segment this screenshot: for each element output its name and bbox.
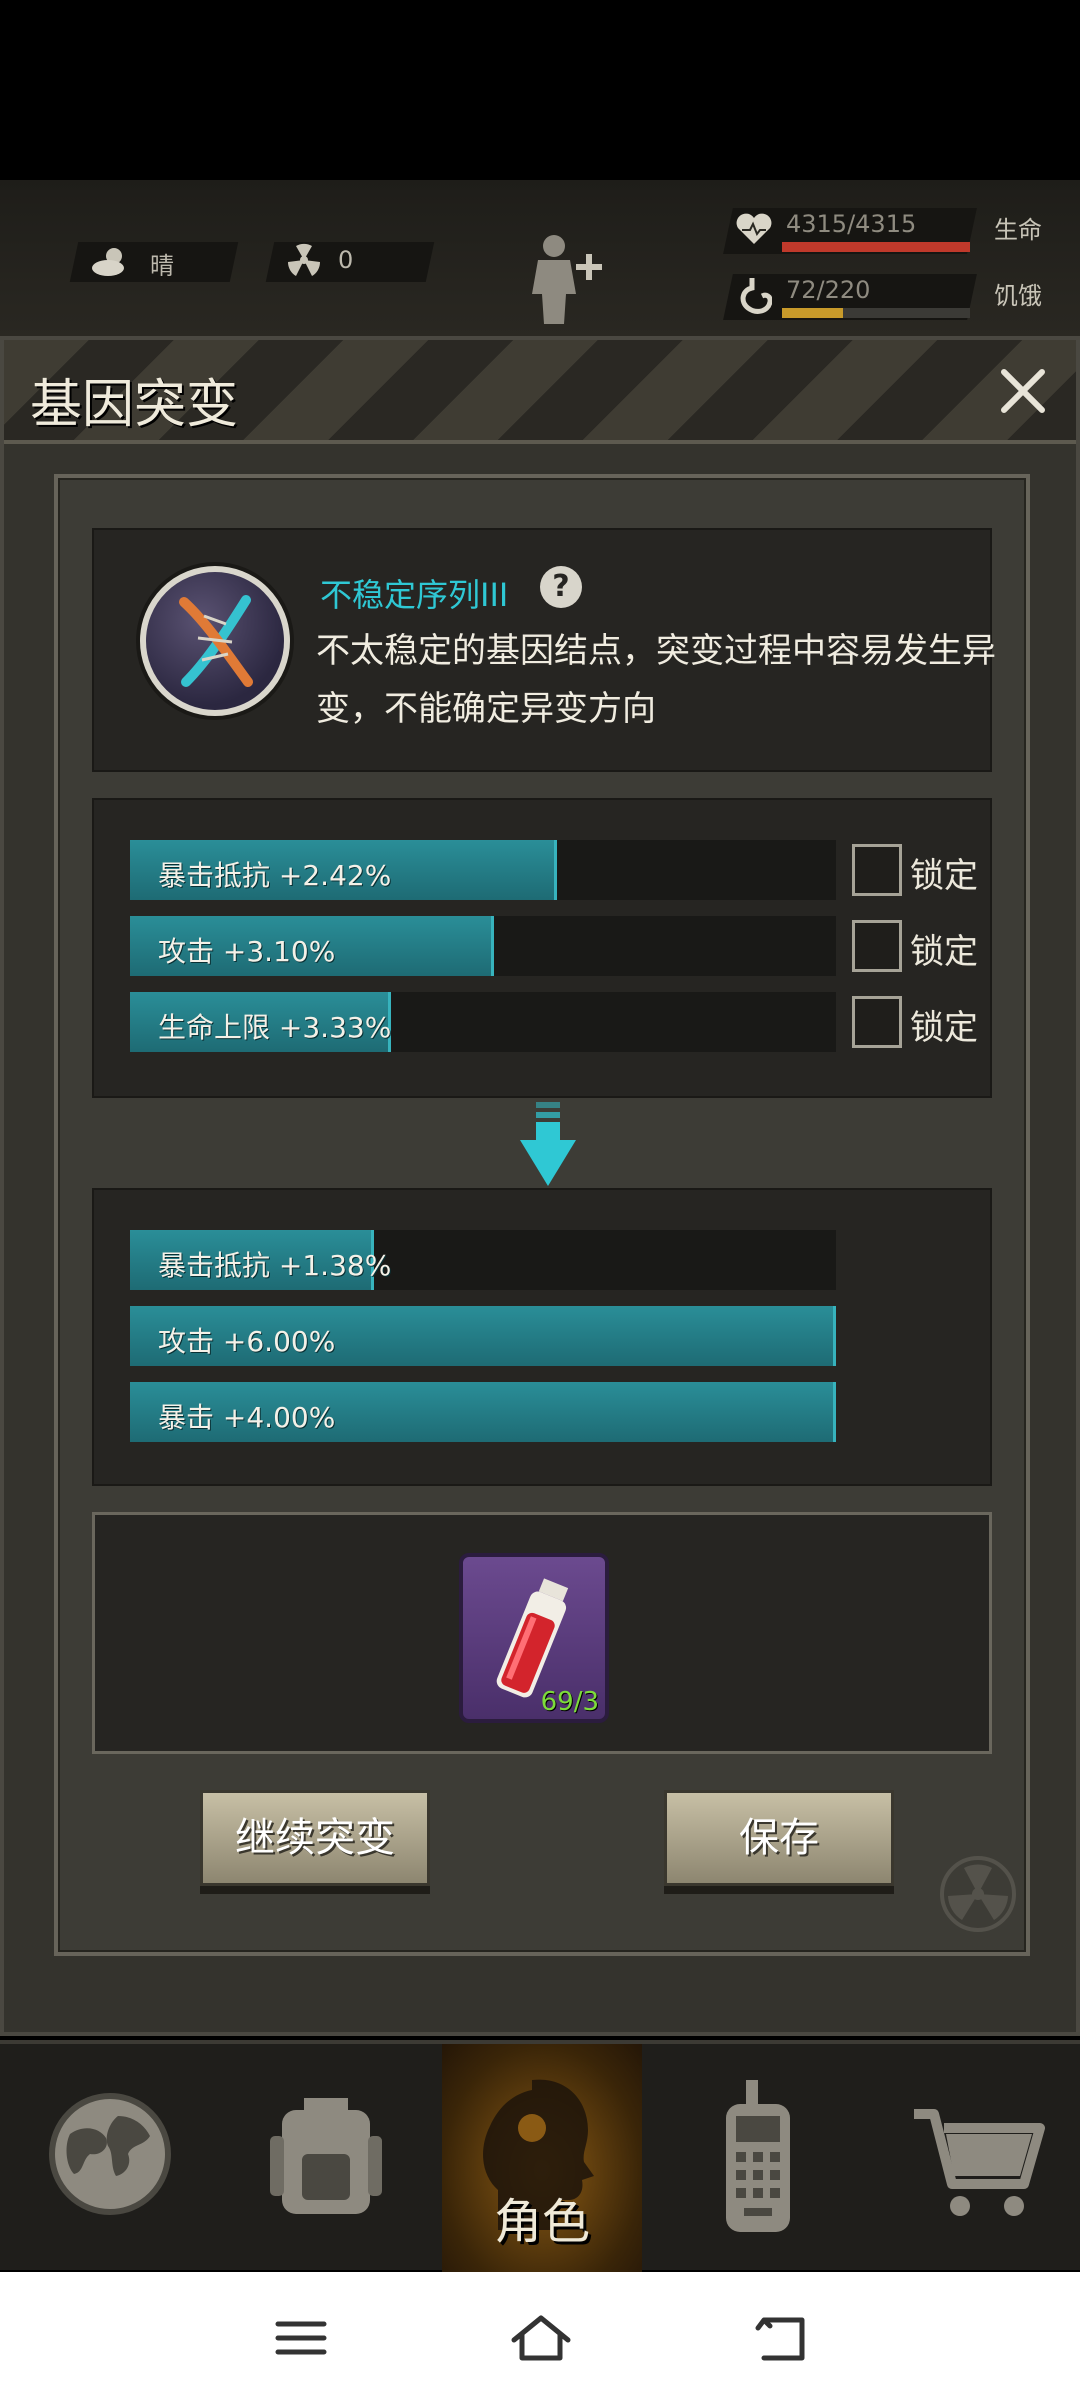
nav-phone[interactable] <box>658 2044 858 2274</box>
lock-label: 锁定 <box>910 1008 978 1048</box>
mutation-serum-slot[interactable]: 69/3 <box>459 1553 609 1723</box>
radiation-icon <box>287 243 321 276</box>
heart-icon <box>736 213 772 244</box>
menu-icon[interactable] <box>266 2308 336 2368</box>
radiation-watermark-icon <box>940 1856 1016 1932</box>
current-attribute-row: 生命上限 +3.33% <box>130 992 836 1052</box>
consumable-box: 69/3 <box>92 1512 992 1754</box>
lock-checkbox-box[interactable] <box>852 844 902 896</box>
nav-world[interactable] <box>10 2044 210 2274</box>
lock-label: 锁定 <box>910 856 978 896</box>
new-attribute-row: 暴击抵抗 +1.38% <box>130 1230 836 1290</box>
lock-checkbox-1[interactable]: 锁定 <box>852 840 994 900</box>
lock-checkbox-3[interactable]: 锁定 <box>852 992 994 1052</box>
new-attributes-box: 暴击抵抗 +1.38% 攻击 +6.00% 暴击 +4.00% <box>92 1188 992 1486</box>
system-nav-bar <box>0 2272 1080 2400</box>
current-attribute-row: 攻击 +3.10% <box>130 916 836 976</box>
continue-mutation-button[interactable]: 继续突变 <box>200 1790 430 1886</box>
attribute-label: 攻击 +3.10% <box>158 935 336 968</box>
attribute-label: 生命上限 +3.33% <box>158 1011 392 1044</box>
attribute-label: 暴击抵抗 +1.38% <box>158 1249 392 1282</box>
new-attribute-row: 暴击 +4.00% <box>130 1382 836 1442</box>
lock-checkbox-box[interactable] <box>852 996 902 1048</box>
radio-phone-icon <box>726 2080 790 2232</box>
hunger-bar <box>782 308 970 318</box>
save-label: 保存 <box>739 1815 819 1861</box>
panel-content: 不稳定序列III ? 不太稳定的基因结点，突变过程中容易发生异变，不能确定异变方… <box>54 474 1030 1956</box>
item-count: 69/3 <box>540 1687 599 1717</box>
status-bar <box>0 0 1080 180</box>
health-value: 4315/4315 <box>786 210 917 238</box>
hunger-bar-fill <box>782 308 844 318</box>
home-icon[interactable] <box>506 2308 576 2368</box>
lock-checkbox-2[interactable]: 锁定 <box>852 916 994 976</box>
backpack-icon <box>270 2098 382 2214</box>
lock-checkbox-box[interactable] <box>852 920 902 972</box>
stomach-icon <box>740 278 772 314</box>
save-button[interactable]: 保存 <box>664 1790 894 1886</box>
health-label: 生命 <box>994 216 1042 244</box>
dna-icon <box>140 566 290 716</box>
add-character-icon[interactable] <box>520 230 610 326</box>
attribute-label: 暴击 +4.00% <box>158 1401 336 1434</box>
nav-character[interactable]: 角色 <box>442 2044 642 2274</box>
globe-icon <box>49 2093 171 2215</box>
nav-shop[interactable] <box>874 2044 1074 2274</box>
arrow-down-icon <box>520 1102 576 1186</box>
current-attribute-row: 暴击抵抗 +2.42% <box>130 840 836 900</box>
continue-mutation-label: 继续突变 <box>235 1815 395 1861</box>
attribute-label: 攻击 +6.00% <box>158 1325 336 1358</box>
hunger-label: 饥饿 <box>994 282 1042 310</box>
back-icon[interactable] <box>746 2308 816 2368</box>
health-bar-fill <box>782 242 970 252</box>
health-bar <box>782 242 970 252</box>
new-attribute-row: 攻击 +6.00% <box>130 1306 836 1366</box>
nav-character-label: 角色 <box>493 2194 590 2250</box>
close-button[interactable] <box>988 356 1058 426</box>
gene-description: 不太稳定的基因结点，突变过程中容易发生异变，不能确定异变方向 <box>316 631 996 729</box>
hunger-value: 72/220 <box>786 276 871 304</box>
nav-backpack[interactable] <box>226 2044 426 2274</box>
bottom-nav: 角色 <box>0 2040 1080 2274</box>
help-icon[interactable]: ? <box>540 566 582 608</box>
gene-name: 不稳定序列III <box>320 576 509 614</box>
hud: 晴 0 4315/4315 生命 72/220 饥饿 <box>0 180 1080 340</box>
gene-info-box: 不稳定序列III ? 不太稳定的基因结点，突变过程中容易发生异变，不能确定异变方… <box>92 528 996 772</box>
panel-title: 基因突变 <box>30 375 239 435</box>
attribute-label: 暴击抵抗 +2.42% <box>158 859 392 892</box>
shopping-cart-icon <box>914 2109 1045 2216</box>
weather-text: 晴 <box>150 252 174 280</box>
current-attributes-box: 暴击抵抗 +2.42% 锁定 攻击 +3.10% 锁定 生命上限 +3.33% … <box>92 798 992 1098</box>
radiation-value: 0 <box>338 246 354 274</box>
lock-label: 锁定 <box>910 932 978 972</box>
gene-mutation-panel: 基因突变 不稳定序列III ? 不太稳定的基因结点，突变过程中容易发生异变，不能… <box>0 336 1080 2036</box>
panel-header: 基因突变 <box>4 340 1076 444</box>
weather-sun-cloud-icon <box>92 248 124 276</box>
